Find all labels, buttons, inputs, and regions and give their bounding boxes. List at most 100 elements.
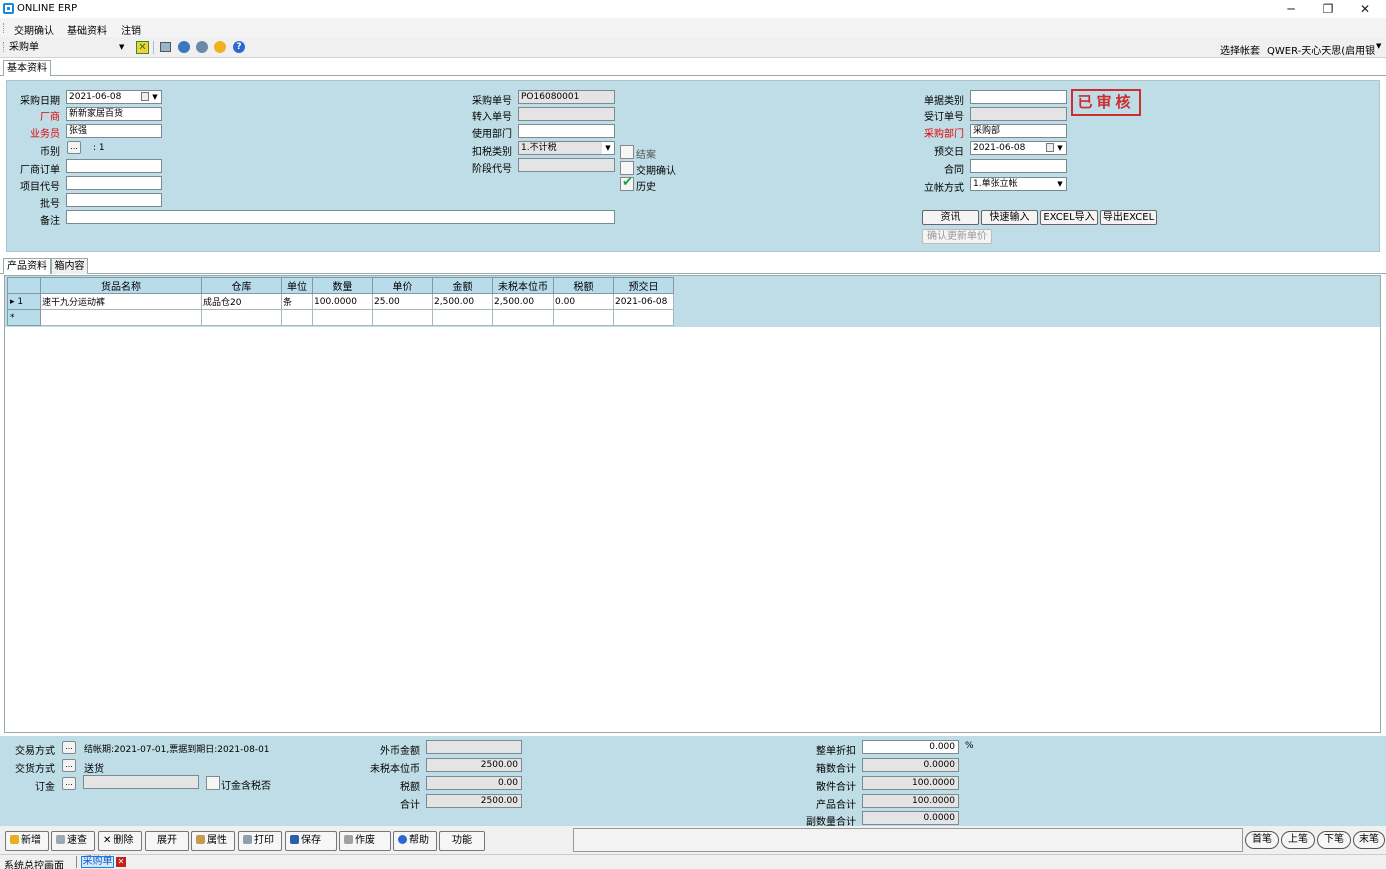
contract-field[interactable]	[970, 159, 1067, 173]
sub-qty-total-field[interactable]: 0.0000	[862, 811, 959, 825]
total-field[interactable]: 2500.00	[426, 794, 522, 808]
project-code-field[interactable]	[66, 176, 162, 190]
tab-basic-data[interactable]: 基本资料	[3, 60, 51, 76]
chevron-down-icon[interactable]: ▼	[1054, 178, 1066, 190]
vendor-field[interactable]: 新新家居百货	[66, 107, 162, 121]
grid-cell[interactable]	[281, 309, 313, 326]
properties-button[interactable]: 属性	[191, 831, 235, 851]
grid-cell[interactable]: 25.00	[372, 293, 433, 310]
excel-export-button[interactable]: 导出EXCEL	[1100, 210, 1157, 225]
product-total-field[interactable]: 100.0000	[862, 794, 959, 808]
grid-cell[interactable]	[613, 309, 674, 326]
purchase-order-tab[interactable]: 采购单	[81, 856, 114, 868]
gear-icon[interactable]	[196, 41, 208, 53]
system-control-tab[interactable]: 系统总控画面	[4, 857, 64, 869]
grid-cell[interactable]: 2,500.00	[492, 293, 554, 310]
vendor-order-field[interactable]	[66, 159, 162, 173]
deposit-tax-checkbox[interactable]	[206, 776, 220, 790]
deposit-field[interactable]	[83, 775, 199, 789]
trade-mode-browse-button[interactable]: ...	[62, 741, 76, 754]
purchase-dept-field[interactable]: 采购部	[970, 124, 1067, 138]
batch-no-field[interactable]	[66, 193, 162, 207]
grid-cell[interactable]	[553, 309, 614, 326]
grid-cell[interactable]: 成品仓20	[201, 293, 282, 310]
grid-cell[interactable]	[492, 309, 554, 326]
new-row-marker[interactable]: *	[7, 309, 41, 326]
purchase-date-field[interactable]: 2021-06-08 ▼	[66, 90, 162, 104]
form-select-arrow-icon[interactable]: ▼	[119, 40, 124, 55]
column-header[interactable]: 单价	[372, 277, 433, 294]
account-method-select[interactable]: 1.单张立帐 ▼	[970, 177, 1067, 191]
tax-type-select[interactable]: 1.不计税 ▼	[518, 141, 615, 155]
globe-icon[interactable]	[178, 41, 190, 53]
currency-browse-button[interactable]: ...	[67, 141, 81, 154]
tax-field[interactable]: 0.00	[426, 776, 522, 790]
close-button[interactable]: ✕	[1353, 1, 1377, 17]
grid-cell[interactable]: 0.00	[553, 293, 614, 310]
deposit-browse-button[interactable]: ...	[62, 777, 76, 790]
delete-button[interactable]: ✕ 删除	[98, 831, 142, 851]
discount-field[interactable]: 0.000	[862, 740, 959, 754]
save-button[interactable]: 保存	[285, 831, 337, 851]
grid-cell[interactable]	[432, 309, 493, 326]
chevron-down-icon[interactable]: ▼	[602, 142, 614, 154]
account-select[interactable]: QWER-天心天思(启用银	[1267, 42, 1375, 57]
history-checkbox[interactable]	[620, 175, 634, 191]
order-no-field[interactable]	[970, 107, 1067, 121]
untaxed-local-field[interactable]: 2500.00	[426, 758, 522, 772]
foreign-amount-field[interactable]	[426, 740, 522, 754]
account-arrow-icon[interactable]: ▼	[1376, 42, 1381, 50]
form-select[interactable]: 采购单	[7, 40, 128, 55]
grid-cell[interactable]: 条	[281, 293, 313, 310]
table-row[interactable]: ▸ 1 速干九分运动裤 成品仓20 条 100.0000 25.00 2,500…	[7, 293, 674, 310]
prev-record-button[interactable]: 上笔	[1281, 831, 1315, 849]
import-no-field[interactable]	[518, 107, 615, 121]
confirm-update-price-button[interactable]: 确认更新单价	[922, 229, 992, 244]
salesperson-field[interactable]: 张强	[66, 124, 162, 138]
grid-cell[interactable]	[312, 309, 373, 326]
excel-icon[interactable]: ✕	[136, 41, 149, 54]
quick-input-button[interactable]: 快速输入	[981, 210, 1038, 225]
print-button[interactable]: 打印	[238, 831, 282, 851]
column-header[interactable]: 数量	[312, 277, 373, 294]
doc-category-field[interactable]	[970, 90, 1067, 104]
column-header[interactable]: 货品名称	[40, 277, 202, 294]
column-header[interactable]: 预交日	[613, 277, 674, 294]
menu-logout[interactable]: 注销	[121, 22, 141, 37]
calendar-icon[interactable]	[1046, 143, 1054, 152]
help-button[interactable]: 帮助	[393, 831, 437, 851]
restore-button[interactable]: ❐	[1316, 1, 1340, 17]
menu-basic-data[interactable]: 基础资料	[67, 22, 107, 37]
calendar-icon[interactable]	[141, 92, 149, 101]
delivery-mode-browse-button[interactable]: ...	[62, 759, 76, 772]
delivery-confirm-checkbox[interactable]	[620, 161, 634, 175]
first-record-button[interactable]: 首笔	[1245, 831, 1279, 849]
chevron-down-icon[interactable]: ▼	[1054, 142, 1066, 154]
menu-delivery-confirm[interactable]: 交期确认	[14, 22, 54, 37]
quick-search-button[interactable]: 速查	[51, 831, 95, 851]
excel-import-button[interactable]: EXCEL导入	[1040, 210, 1098, 225]
remark-field[interactable]	[66, 210, 615, 224]
void-button[interactable]: 作废	[339, 831, 391, 851]
piece-total-field[interactable]: 100.0000	[862, 776, 959, 790]
delivery-date-field[interactable]: 2021-06-08 ▼	[970, 141, 1067, 155]
next-record-button[interactable]: 下笔	[1317, 831, 1351, 849]
column-header[interactable]: 金额	[432, 277, 493, 294]
info-button[interactable]: 资讯	[922, 210, 979, 225]
add-button[interactable]: 新增	[5, 831, 49, 851]
close-tab-icon[interactable]: ✕	[116, 857, 126, 867]
grid-cell[interactable]	[40, 309, 202, 326]
help-icon[interactable]: ?	[233, 41, 245, 53]
tab-product-data[interactable]: 产品资料	[3, 258, 51, 274]
minimize-button[interactable]: ─	[1279, 1, 1303, 17]
expand-button[interactable]: 展开	[145, 831, 189, 851]
closed-checkbox[interactable]	[620, 145, 634, 159]
use-dept-field[interactable]	[518, 124, 615, 138]
grid-cell[interactable]: 100.0000	[312, 293, 373, 310]
new-row[interactable]: *	[7, 309, 674, 326]
purchase-no-field[interactable]: PO16080001	[518, 90, 615, 104]
grid-cell[interactable]	[372, 309, 433, 326]
column-header[interactable]: 仓库	[201, 277, 282, 294]
refresh-icon[interactable]	[214, 41, 226, 53]
grid-cell[interactable]: 2,500.00	[432, 293, 493, 310]
